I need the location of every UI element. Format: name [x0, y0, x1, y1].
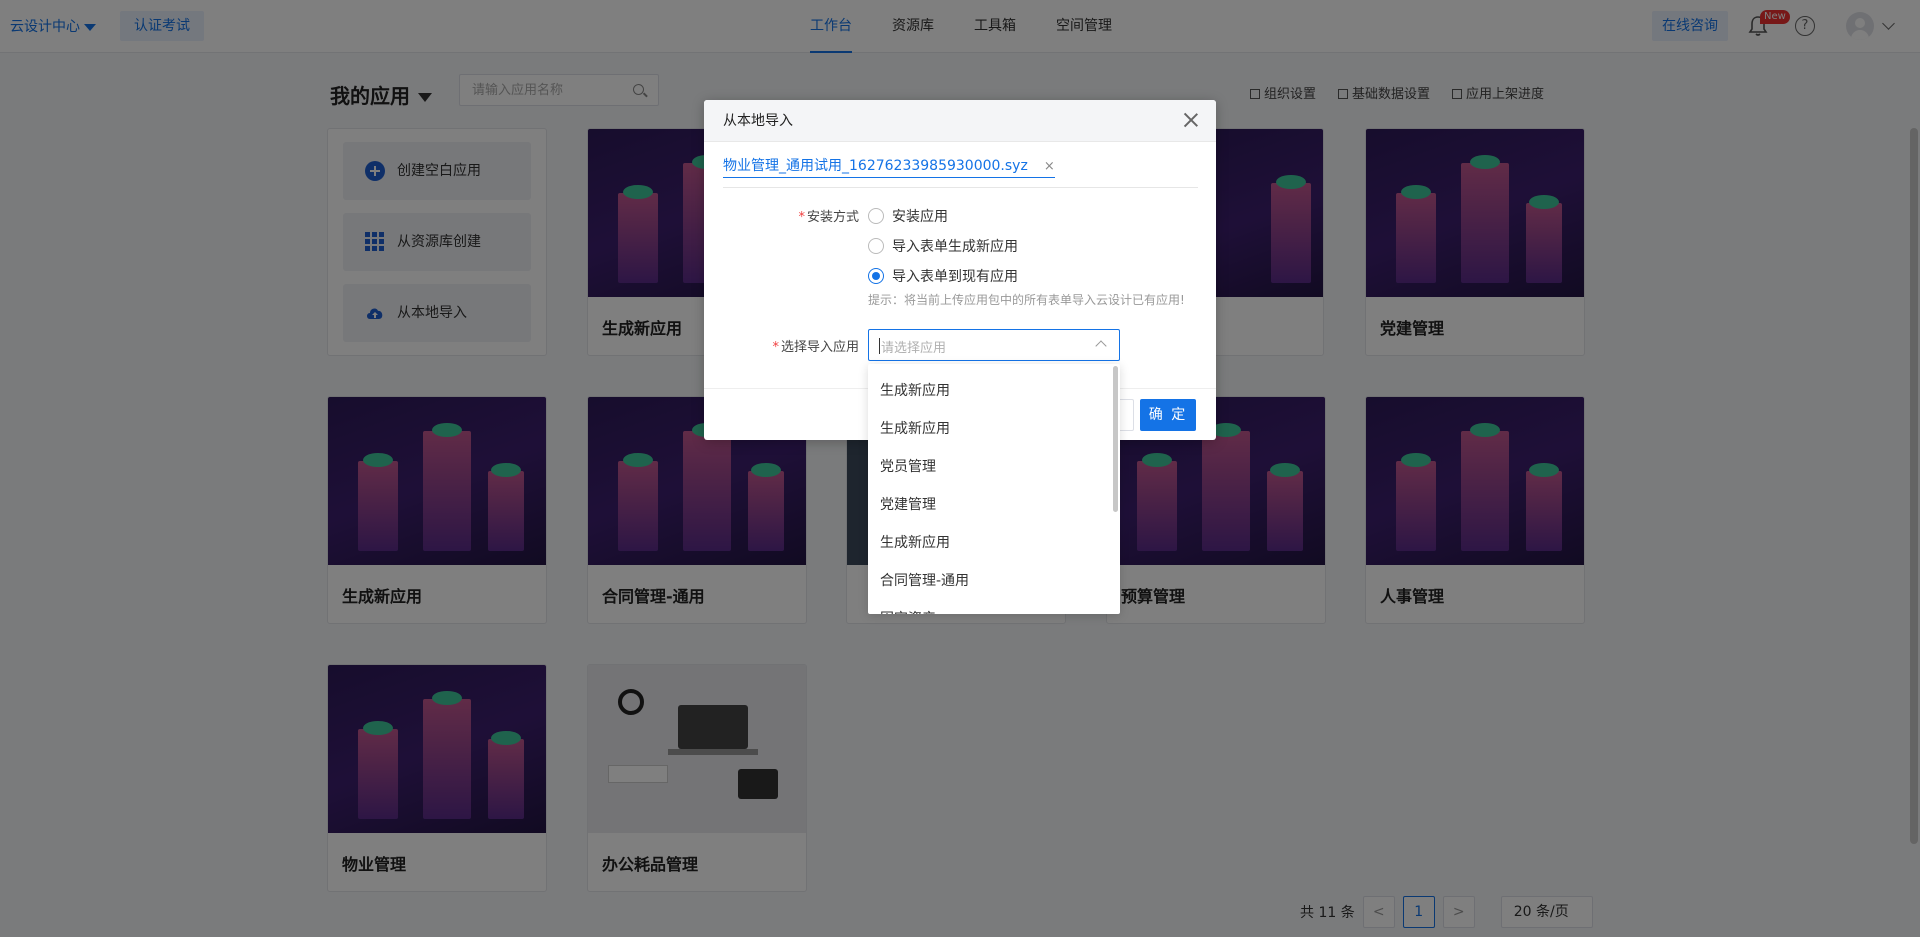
radio-label: 安装应用 — [892, 209, 948, 225]
install-method-text: 安装方式 — [806, 210, 859, 225]
option-item[interactable]: 党员管理 — [868, 448, 1120, 486]
select-placeholder: 请选择应用 — [881, 341, 947, 356]
required-mark: * — [798, 210, 805, 225]
radio-label: 导入表单生成新应用 — [892, 239, 1018, 255]
file-name: 物业管理_通用试用_16276233985930000.syz — [723, 158, 1028, 174]
import-hint: 提示：将当前上传应用包中的所有表单导入云设计已有应用! — [868, 293, 1185, 307]
confirm-button[interactable]: 确 定 — [1140, 399, 1196, 431]
select-app-label: * 选择导入应用 — [744, 336, 859, 355]
option-item[interactable]: 固定资产 — [868, 600, 1120, 614]
dropdown-scrollbar[interactable] — [1113, 366, 1118, 512]
option-item[interactable]: 生成新应用 — [868, 410, 1120, 448]
option-item[interactable]: 合同管理-通用 — [868, 562, 1120, 600]
close-icon[interactable] — [1184, 113, 1198, 127]
radio-circle[interactable] — [868, 268, 884, 284]
remove-file-icon[interactable]: × — [1044, 159, 1055, 174]
select-app-dropdown[interactable]: 请选择应用 — [868, 329, 1120, 361]
radio-import-new-app[interactable]: 导入表单生成新应用 — [868, 236, 1018, 256]
radio-import-existing-app[interactable]: 导入表单到现有应用 — [868, 266, 1018, 286]
dialog-title: 从本地导入 — [704, 100, 1216, 142]
required-mark: * — [772, 340, 779, 355]
option-item[interactable]: 党建管理 — [868, 486, 1120, 524]
radio-circle[interactable] — [868, 208, 884, 224]
select-app-text: 选择导入应用 — [780, 340, 859, 355]
radio-install-app[interactable]: 安装应用 — [868, 206, 948, 226]
radio-label: 导入表单到现有应用 — [892, 269, 1018, 285]
app-options-list: 生成新应用 生成新应用 党员管理 党建管理 生成新应用 合同管理-通用 固定资产 — [868, 364, 1120, 614]
option-item[interactable]: 生成新应用 — [868, 524, 1120, 562]
chevron-up-icon[interactable] — [1095, 340, 1107, 352]
text-cursor — [879, 338, 880, 354]
install-method-label: * 安装方式 — [784, 206, 859, 225]
uploaded-file[interactable]: 物业管理_通用试用_16276233985930000.syz × — [723, 155, 1055, 178]
divider — [723, 187, 1198, 188]
option-item[interactable]: 生成新应用 — [868, 372, 1120, 410]
radio-circle[interactable] — [868, 238, 884, 254]
